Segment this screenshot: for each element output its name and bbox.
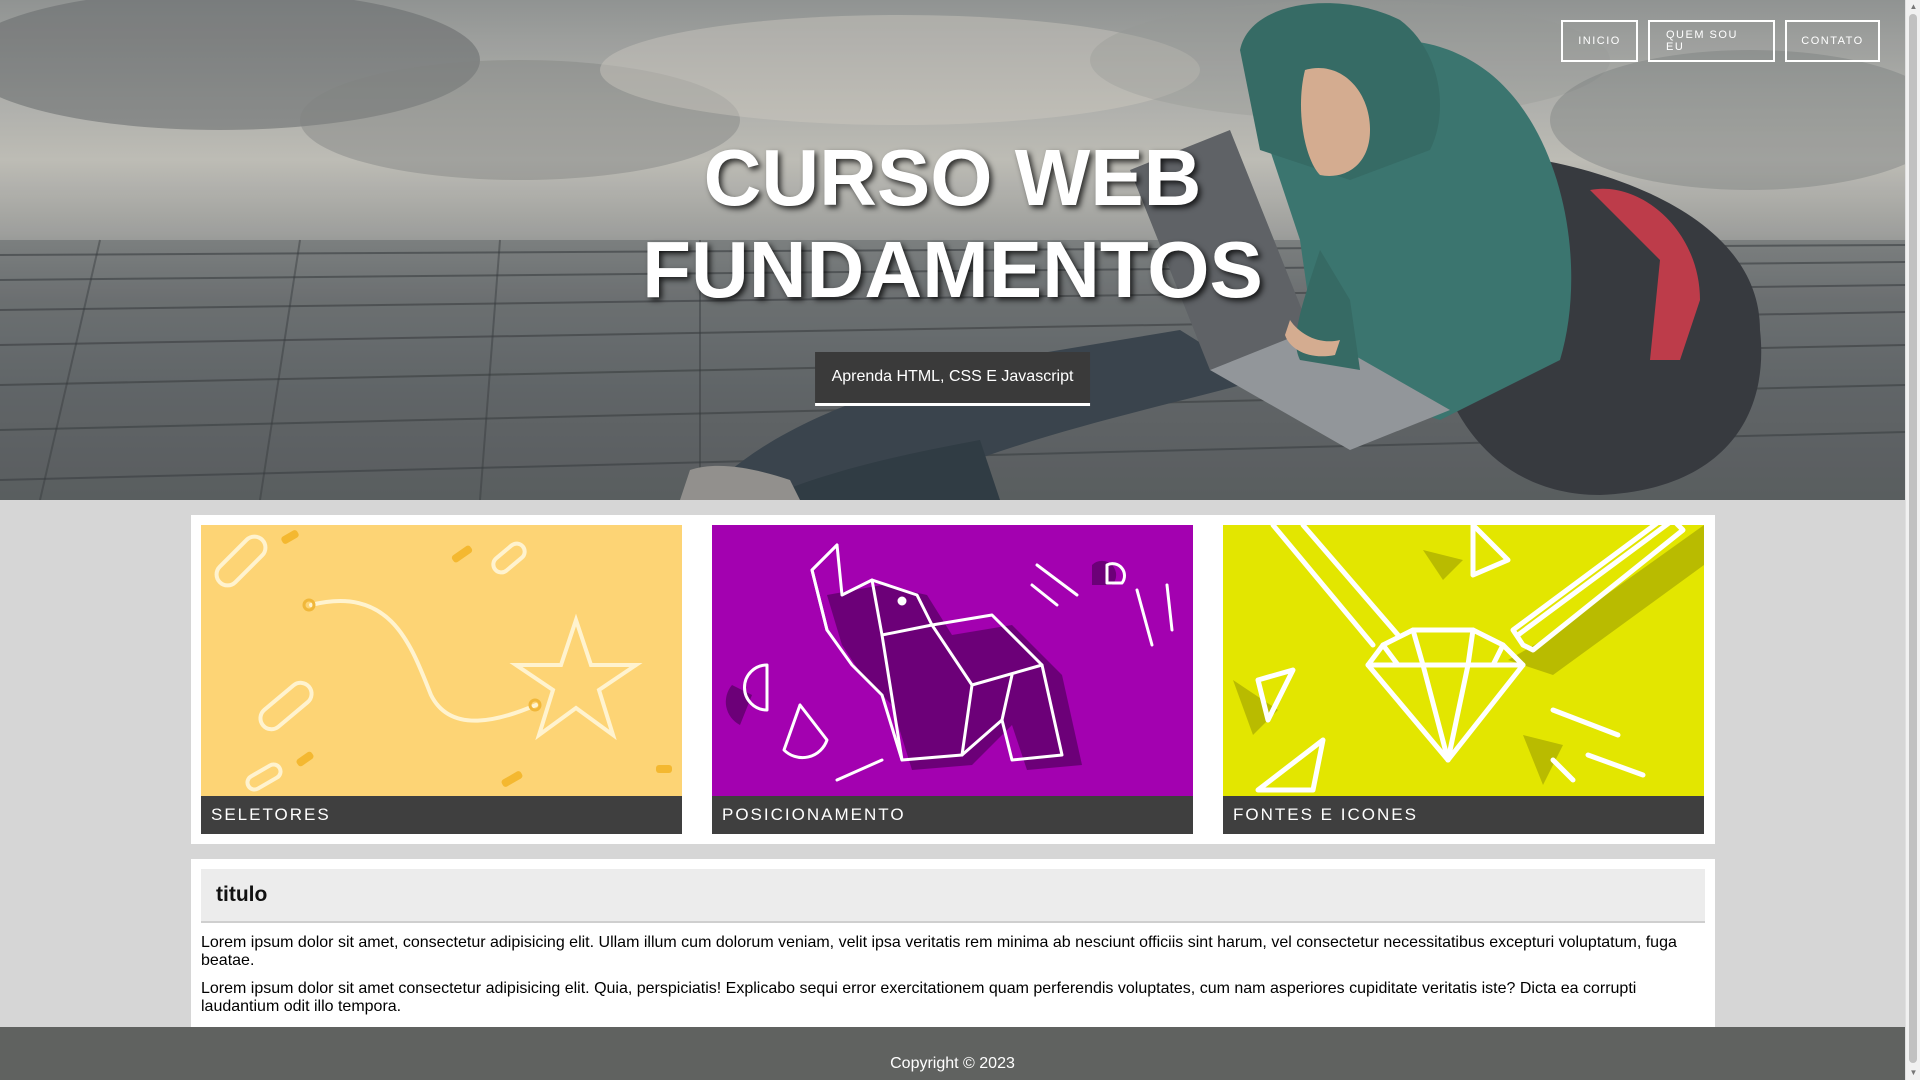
card-label-fontes-e-icones: FONTES E ICONES	[1223, 796, 1704, 834]
article-title: titulo	[216, 883, 268, 906]
diamond-pencil-illustration	[1223, 525, 1704, 796]
nav-quem-sou-eu[interactable]: QUEM SOU EU	[1648, 20, 1775, 62]
article-section: titulo Lorem ipsum dolor sit amet, conse…	[191, 859, 1715, 1027]
scroll-up-arrow-icon[interactable]: ▲	[1906, 0, 1920, 14]
card-label-posicionamento: POSICIONAMENTO	[712, 796, 1193, 834]
vertical-scrollbar[interactable]: ▲ ▼	[1905, 0, 1920, 1080]
article-header: titulo	[201, 869, 1705, 923]
article-paragraph-2: Lorem ipsum dolor sit amet consectetur a…	[201, 980, 1637, 1015]
hero-subtitle: Aprenda HTML, CSS E Javascript	[814, 352, 1091, 406]
card-fontes-e-icones[interactable]: FONTES E ICONES	[1223, 525, 1704, 834]
article-paragraph-1: Lorem ipsum dolor sit amet, consectetur …	[201, 934, 1677, 969]
scrollbar-thumb[interactable]	[1909, 14, 1917, 1063]
cards-panel: SELETORES POSICIONAMENTO FONTES E ICONES	[191, 515, 1715, 844]
page-footer: Copyright © 2023	[0, 1027, 1905, 1080]
hero-banner: INICIO QUEM SOU EU CONTATO CURSO WEB FUN…	[0, 0, 1905, 500]
nav-inicio[interactable]: INICIO	[1561, 20, 1638, 62]
card-seletores[interactable]: SELETORES	[201, 525, 682, 834]
star-path-illustration	[201, 525, 682, 796]
page: INICIO QUEM SOU EU CONTATO CURSO WEB FUN…	[0, 0, 1905, 1080]
origami-elephant-illustration	[712, 525, 1193, 796]
footer-copyright: Copyright © 2023	[890, 1055, 1015, 1072]
top-navigation: INICIO QUEM SOU EU CONTATO	[1561, 20, 1880, 62]
nav-contato[interactable]: CONTATO	[1785, 20, 1880, 62]
card-label-seletores: SELETORES	[201, 796, 682, 834]
card-posicionamento[interactable]: POSICIONAMENTO	[712, 525, 1193, 834]
scroll-down-arrow-icon[interactable]: ▼	[1906, 1066, 1920, 1080]
hero-title: CURSO WEB FUNDAMENTOS	[0, 132, 1905, 316]
hero-title-line1: CURSO WEB	[703, 133, 1202, 222]
hero-title-line2: FUNDAMENTOS	[642, 225, 1263, 314]
